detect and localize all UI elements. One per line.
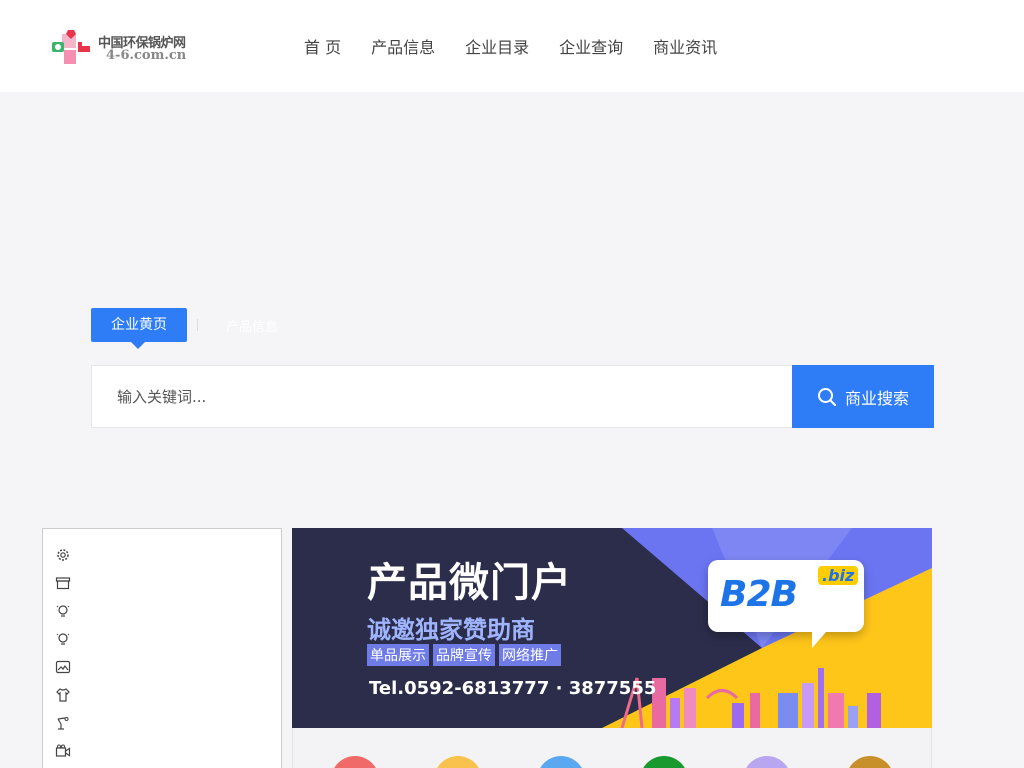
shirt-icon[interactable] bbox=[55, 687, 71, 703]
service-circle-icon[interactable] bbox=[743, 756, 791, 768]
nav-products[interactable]: 产品信息 bbox=[371, 34, 435, 58]
site-logo[interactable]: 中国环保锅炉网 4-6.com.cn bbox=[50, 26, 210, 70]
nav-home[interactable]: 首 页 bbox=[304, 34, 341, 58]
site-header: 中国环保锅炉网 4-6.com.cn 首 页 产品信息 企业目录 企业查询 商业… bbox=[0, 0, 1024, 92]
lightbulb-icon[interactable] bbox=[55, 631, 71, 647]
search-button-label: 商业搜索 bbox=[844, 388, 909, 408]
b2b-logo-badge: B2B .biz bbox=[708, 560, 864, 648]
category-panel bbox=[42, 528, 282, 768]
search-tabs: 企业黄页 产品信息 bbox=[91, 308, 278, 349]
nav-news[interactable]: 商业资讯 bbox=[653, 34, 717, 58]
logo-mark-icon bbox=[52, 30, 90, 64]
archive-icon[interactable] bbox=[55, 575, 71, 591]
search-input[interactable] bbox=[92, 366, 792, 427]
service-circle-icon[interactable] bbox=[640, 756, 688, 768]
camera-icon[interactable] bbox=[55, 743, 71, 759]
banner-tag: 品牌宣传 bbox=[433, 644, 495, 666]
promo-banner[interactable]: 产品微门户 诚邀独家赞助商 单品展示 品牌宣传 网络推广 Tel.0592-68… bbox=[292, 528, 932, 728]
service-circle-icon[interactable] bbox=[331, 756, 379, 768]
nav-company-search[interactable]: 企业查询 bbox=[559, 34, 623, 58]
banner-subtitle: 诚邀独家赞助商 bbox=[367, 616, 535, 644]
banner-tag: 单品展示 bbox=[367, 644, 429, 666]
tab-company-yellow-pages[interactable]: 企业黄页 bbox=[91, 308, 187, 349]
gear-icon[interactable] bbox=[55, 547, 71, 563]
image-icon[interactable] bbox=[55, 659, 71, 675]
robot-arm-icon[interactable] bbox=[55, 715, 71, 731]
b2b-logo-text: B2B bbox=[720, 574, 798, 615]
service-icons-panel bbox=[292, 728, 932, 768]
banner-title: 产品微门户 bbox=[367, 560, 572, 606]
nav-directory[interactable]: 企业目录 bbox=[465, 34, 529, 58]
service-circle-icon[interactable] bbox=[537, 756, 585, 768]
lightbulb-icon[interactable] bbox=[55, 603, 71, 619]
banner-tag: 网络推广 bbox=[499, 644, 561, 666]
banner-tags: 单品展示 品牌宣传 网络推广 bbox=[367, 644, 565, 666]
search-button[interactable]: 商业搜索 bbox=[792, 365, 934, 428]
b2b-logo-suffix: .biz bbox=[818, 566, 859, 585]
tab-product-info[interactable]: 产品信息 bbox=[226, 316, 278, 335]
service-circle-icon[interactable] bbox=[846, 756, 894, 768]
search-box: 商业搜索 bbox=[91, 365, 934, 428]
main-nav: 首 页 产品信息 企业目录 企业查询 商业资讯 bbox=[304, 34, 747, 58]
service-circle-icon[interactable] bbox=[434, 756, 482, 768]
banner-phone: Tel.0592-6813777 · 3877555 bbox=[369, 678, 657, 699]
logo-domain: 4-6.com.cn bbox=[106, 48, 187, 63]
search-icon bbox=[817, 387, 836, 406]
tab-divider bbox=[197, 319, 198, 331]
